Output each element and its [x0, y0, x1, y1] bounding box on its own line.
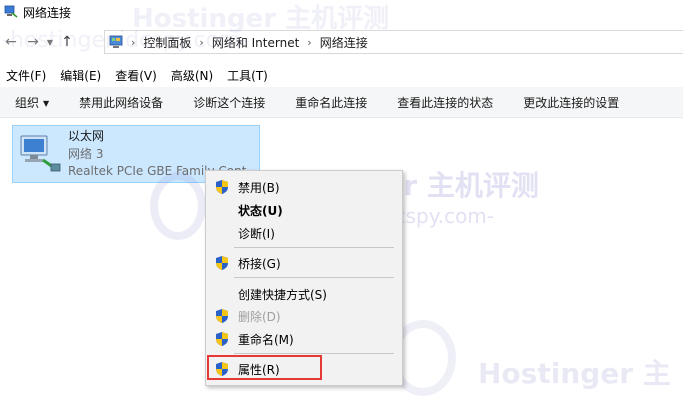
menu-separator [234, 277, 394, 278]
up-arrow-icon: ↑ [61, 34, 73, 50]
menu-view[interactable]: 查看(V) [115, 67, 157, 84]
breadcrumb-control-panel[interactable]: 控制面板 [143, 34, 191, 51]
network-connections-icon [4, 5, 18, 18]
ethernet-adapter-icon [20, 135, 61, 172]
uac-shield-icon [216, 309, 228, 323]
uac-shield-icon [216, 332, 228, 346]
menu-advanced[interactable]: 高级(N) [171, 67, 213, 84]
menu-item-properties[interactable]: 属性(R) [206, 358, 402, 380]
menu-bar: 文件(F) 编辑(E) 查看(V) 高级(N) 工具(T) [0, 65, 282, 85]
menu-item-label: 状态(U) [238, 203, 283, 218]
menu-item-rename[interactable]: 重命名(M) [206, 328, 402, 350]
menu-item-label: 属性(R) [238, 362, 280, 377]
menu-item-label: 创建快捷方式(S) [238, 287, 327, 302]
menu-item-diagnose[interactable]: 诊断(I) [206, 222, 402, 244]
recent-locations-button[interactable]: ▼ [44, 31, 56, 53]
menu-tools[interactable]: 工具(T) [227, 67, 268, 84]
back-arrow-icon: ← [5, 34, 17, 50]
back-button[interactable]: ← [0, 31, 22, 53]
uac-shield-icon [216, 256, 228, 270]
menu-item-label: 删除(D) [238, 309, 281, 324]
menu-edit[interactable]: 编辑(E) [60, 67, 101, 84]
breadcrumb-network-internet[interactable]: 网络和 Internet [212, 34, 299, 51]
menu-separator [234, 353, 394, 354]
command-bar: 组织 ▼ 禁用此网络设备 诊断这个连接 重命名此连接 查看此连接的状态 更改此连接… [0, 87, 683, 118]
up-button[interactable]: ↑ [56, 31, 78, 53]
control-panel-icon [109, 35, 123, 48]
forward-button[interactable]: → [22, 31, 44, 53]
uac-shield-icon [216, 362, 228, 376]
connection-name: 以太网 [68, 129, 105, 143]
caret-down-icon: ▼ [43, 98, 50, 108]
organize-button[interactable]: 组织 ▼ [15, 94, 49, 111]
breadcrumb-network-connections[interactable]: 网络连接 [320, 34, 368, 51]
address-bar[interactable]: › 控制面板 › 网络和 Internet › 网络连接 [104, 30, 683, 54]
forward-arrow-icon: → [27, 34, 39, 50]
rename-connection-button[interactable]: 重命名此连接 [295, 94, 367, 111]
menu-item-label: 桥接(G) [238, 256, 281, 271]
breadcrumb-separator: › [131, 35, 136, 49]
disable-device-button[interactable]: 禁用此网络设备 [79, 94, 163, 111]
context-menu: 禁用(B) 状态(U) 诊断(I) 桥接(G) 创建快捷方式(S) 删除(D) … [205, 170, 403, 386]
breadcrumb-separator: › [199, 35, 204, 49]
menu-item-bridge[interactable]: 桥接(G) [206, 252, 402, 274]
view-status-button[interactable]: 查看此连接的状态 [397, 94, 493, 111]
menu-item-create-shortcut[interactable]: 创建快捷方式(S) [206, 283, 402, 305]
breadcrumb-separator: › [307, 35, 312, 49]
connection-network: 网络 3 [68, 147, 104, 161]
organize-label: 组织 [15, 95, 40, 110]
menu-file[interactable]: 文件(F) [6, 67, 46, 84]
menu-item-label: 诊断(I) [238, 226, 275, 241]
diagnose-connection-button[interactable]: 诊断这个连接 [193, 94, 265, 111]
menu-item-label: 禁用(B) [238, 180, 280, 195]
change-settings-button[interactable]: 更改此连接的设置 [523, 94, 619, 111]
window-title: 网络连接 [23, 5, 72, 20]
menu-item-disable[interactable]: 禁用(B) [206, 176, 402, 198]
navigation-bar: ← → ▼ ↑ › 控制面板 › 网络和 Internet › 网络连接 [0, 26, 683, 58]
menu-item-label: 重命名(M) [238, 332, 294, 347]
menu-separator [234, 247, 394, 248]
menu-item-delete: 删除(D) [206, 305, 402, 327]
chevron-down-icon: ▼ [46, 37, 54, 47]
menu-item-status[interactable]: 状态(U) [206, 199, 402, 221]
title-bar: 网络连接 [0, 0, 683, 24]
uac-shield-icon [216, 180, 228, 194]
